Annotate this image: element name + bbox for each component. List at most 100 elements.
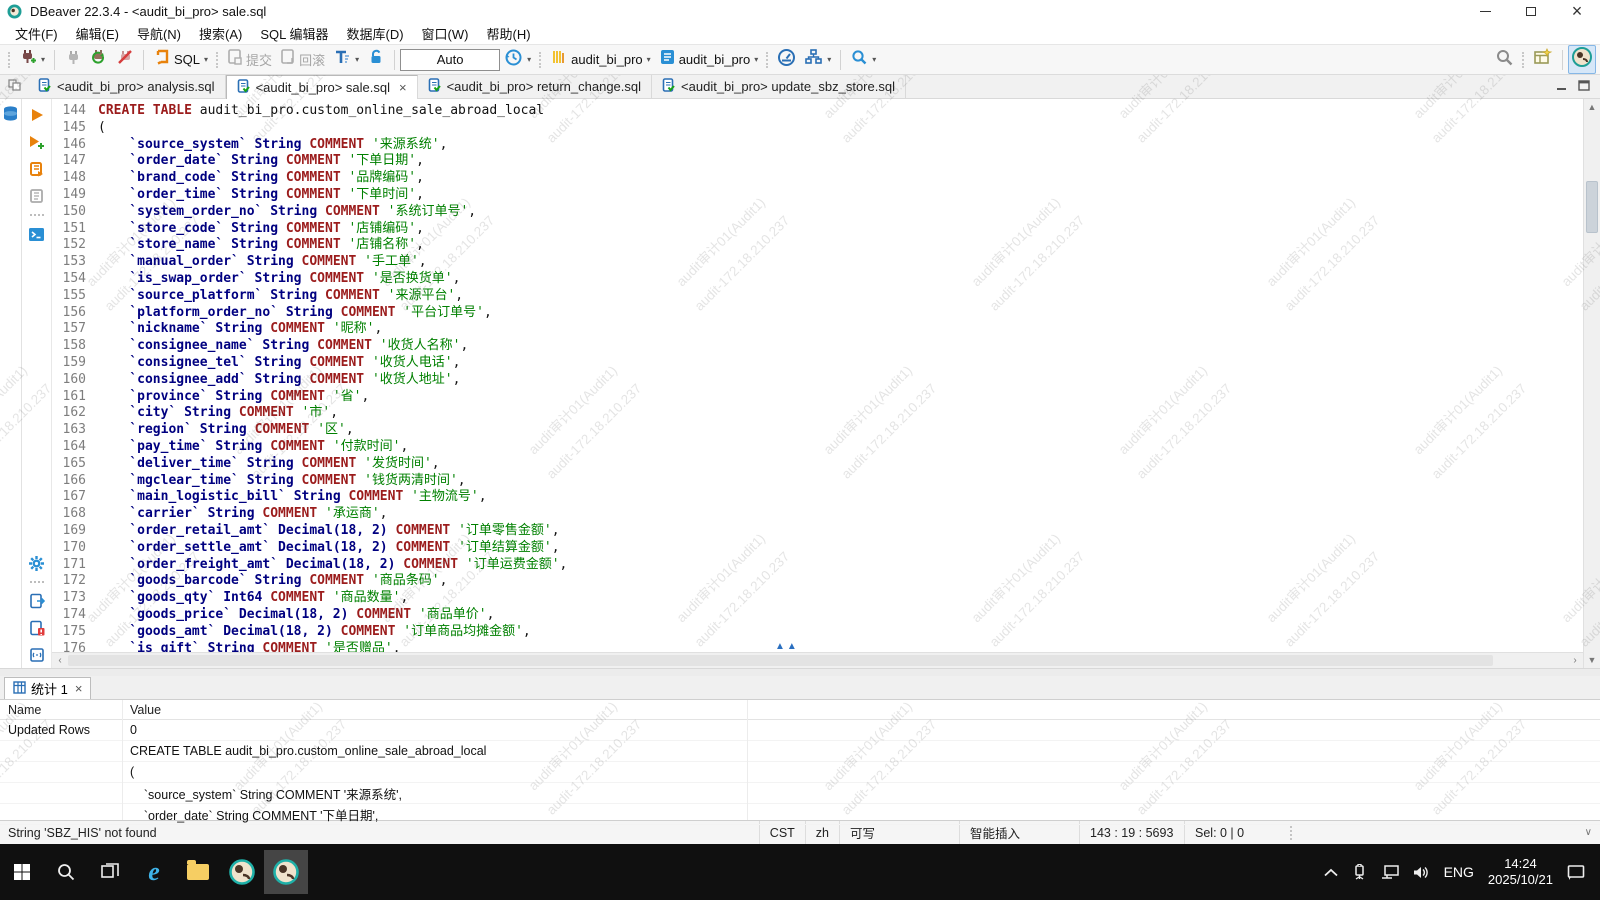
- task-view-button[interactable]: [88, 850, 132, 894]
- scroll-down-icon[interactable]: ▼: [1584, 652, 1600, 668]
- results-panel: 统计 1 × Name Value Updated Rows0CREATE TA…: [0, 676, 1600, 820]
- disconnect-button[interactable]: [112, 48, 138, 72]
- vertical-scroll-thumb[interactable]: [1586, 181, 1598, 233]
- status-chevron-icon[interactable]: ∨: [1300, 827, 1600, 838]
- rollback-button[interactable]: 回滚: [276, 48, 329, 72]
- templates-button[interactable]: [27, 646, 47, 664]
- editor-tab[interactable]: <audit_bi_pro> return_change.sql: [418, 75, 652, 98]
- plan-diagram-icon: [804, 48, 823, 71]
- maximize-view-button[interactable]: [1578, 78, 1590, 96]
- minimize-view-button[interactable]: [1556, 78, 1568, 96]
- dbeaver-taskbar-button[interactable]: [220, 850, 264, 894]
- file-explorer-button[interactable]: [176, 850, 220, 894]
- menu-item[interactable]: 帮助(H): [477, 22, 539, 45]
- unlock-icon: [367, 48, 385, 71]
- volume-icon[interactable]: [1413, 865, 1430, 880]
- scroll-left-icon[interactable]: ‹: [52, 655, 68, 666]
- editor-tab[interactable]: <audit_bi_pro> analysis.sql: [28, 75, 226, 98]
- settings-button[interactable]: [27, 554, 47, 572]
- vertical-scrollbar[interactable]: ▲ ▼: [1583, 99, 1600, 668]
- menu-item[interactable]: 文件(F): [6, 22, 67, 45]
- new-connection-button[interactable]: ▾: [15, 48, 49, 72]
- execute-new-tab-button[interactable]: [27, 133, 47, 151]
- taskbar-search-button[interactable]: [44, 850, 88, 894]
- line-number: 148: [52, 170, 98, 187]
- line-number: 175: [52, 624, 98, 641]
- panel-splitter[interactable]: [0, 668, 1600, 676]
- schema-combo[interactable]: audit_bi_pro ▾: [655, 48, 763, 72]
- taskbar-clock[interactable]: 14:24 2025/10/21: [1488, 856, 1553, 888]
- internet-explorer-button[interactable]: e: [132, 850, 176, 894]
- execution-plan-button[interactable]: ▾: [800, 48, 835, 72]
- dbeaver-taskbar-button-active[interactable]: [264, 850, 308, 894]
- close-button[interactable]: ×: [1554, 0, 1600, 22]
- sql-code-editor[interactable]: 144CREATE TABLE audit_bi_pro.custom_onli…: [52, 99, 1583, 652]
- editor-tab[interactable]: <audit_bi_pro> sale.sql×: [226, 75, 418, 99]
- close-tab-icon[interactable]: ×: [399, 80, 407, 95]
- quick-search-button[interactable]: [1491, 48, 1518, 72]
- menu-item[interactable]: SQL 编辑器: [251, 22, 337, 45]
- menu-item[interactable]: 数据库(D): [338, 22, 413, 45]
- window-controls: ×: [1462, 0, 1600, 22]
- validate-script-button[interactable]: [27, 619, 47, 637]
- minimize-button[interactable]: [1462, 0, 1508, 22]
- tray-chevron-up-icon[interactable]: [1324, 868, 1338, 877]
- result-row[interactable]: `order_date` String COMMENT '下单日期',: [0, 804, 1600, 825]
- result-row[interactable]: (: [0, 762, 1600, 783]
- result-row[interactable]: Updated Rows0: [0, 720, 1600, 741]
- scroll-up-icon[interactable]: ▲: [1584, 99, 1600, 115]
- dbeaver-window: DBeaver 22.3.4 - <audit_bi_pro> sale.sql…: [0, 0, 1600, 900]
- caret-down-icon: ▾: [754, 55, 758, 64]
- menu-item[interactable]: 导航(N): [128, 22, 190, 45]
- dashboard-button[interactable]: [773, 48, 800, 72]
- horizontal-scroll-thumb[interactable]: [68, 655, 1493, 666]
- explain-plan-button[interactable]: [27, 187, 47, 205]
- input-language[interactable]: ENG: [1444, 864, 1474, 880]
- lock-button[interactable]: [363, 48, 389, 72]
- horizontal-scrollbar[interactable]: ‹ ›: [52, 652, 1583, 668]
- perspective-button[interactable]: [1529, 48, 1557, 72]
- restore-panel-arrows[interactable]: ▲▲: [775, 641, 799, 652]
- network-icon[interactable]: [1381, 865, 1399, 879]
- restore-panel-icon[interactable]: [8, 78, 21, 96]
- save-to-file-button[interactable]: [27, 592, 47, 610]
- execute-statement-button[interactable]: [27, 106, 47, 124]
- transaction-log-button[interactable]: ▾: [329, 48, 363, 72]
- query-history-button[interactable]: ▾: [500, 48, 535, 72]
- results-tab-stats[interactable]: 统计 1 ×: [4, 677, 91, 699]
- menu-item[interactable]: 窗口(W): [413, 22, 478, 45]
- usb-device-icon[interactable]: [1352, 864, 1367, 880]
- menu-item[interactable]: 编辑(E): [67, 22, 128, 45]
- tx-mode-combo[interactable]: Auto: [400, 49, 500, 71]
- result-value-cell: `order_date` String COMMENT '下单日期',: [122, 805, 378, 824]
- sql-editor-button[interactable]: SQL ▾: [149, 48, 212, 72]
- database-navigator-icon[interactable]: [2, 105, 19, 668]
- user-avatar-button[interactable]: [1568, 45, 1596, 74]
- line-number: 164: [52, 439, 98, 456]
- code-line: 150 `system_order_no` String COMMENT '系统…: [52, 204, 1583, 221]
- execute-script-button[interactable]: [27, 160, 47, 178]
- column-header-value[interactable]: Value: [122, 703, 161, 717]
- reconnect-button[interactable]: [86, 48, 112, 72]
- plug-disconnect-icon: [116, 48, 134, 71]
- line-number: 171: [52, 557, 98, 574]
- scroll-right-icon[interactable]: ›: [1567, 655, 1583, 666]
- result-row[interactable]: `source_system` String COMMENT '来源系统',: [0, 783, 1600, 804]
- connection-combo[interactable]: audit_bi_pro ▾: [546, 48, 655, 72]
- result-row[interactable]: CREATE TABLE audit_bi_pro.custom_online_…: [0, 741, 1600, 762]
- code-line: 157 `nickname` String COMMENT '昵称',: [52, 321, 1583, 338]
- maximize-button[interactable]: [1508, 0, 1554, 22]
- editor-tab[interactable]: <audit_bi_pro> update_sbz_store.sql: [652, 75, 906, 98]
- line-number: 174: [52, 607, 98, 624]
- close-results-icon[interactable]: ×: [75, 681, 83, 696]
- connect-button[interactable]: [60, 48, 86, 72]
- title-bar: DBeaver 22.3.4 - <audit_bi_pro> sale.sql…: [0, 0, 1600, 22]
- transaction-log-icon: [333, 48, 351, 71]
- menu-item[interactable]: 搜索(A): [190, 22, 251, 45]
- notification-center-icon[interactable]: [1567, 864, 1586, 881]
- search-data-button[interactable]: ▾: [846, 48, 880, 72]
- open-terminal-button[interactable]: [27, 225, 47, 243]
- commit-button[interactable]: 提交: [223, 48, 276, 72]
- start-button[interactable]: [0, 850, 44, 894]
- column-header-name[interactable]: Name: [0, 703, 122, 717]
